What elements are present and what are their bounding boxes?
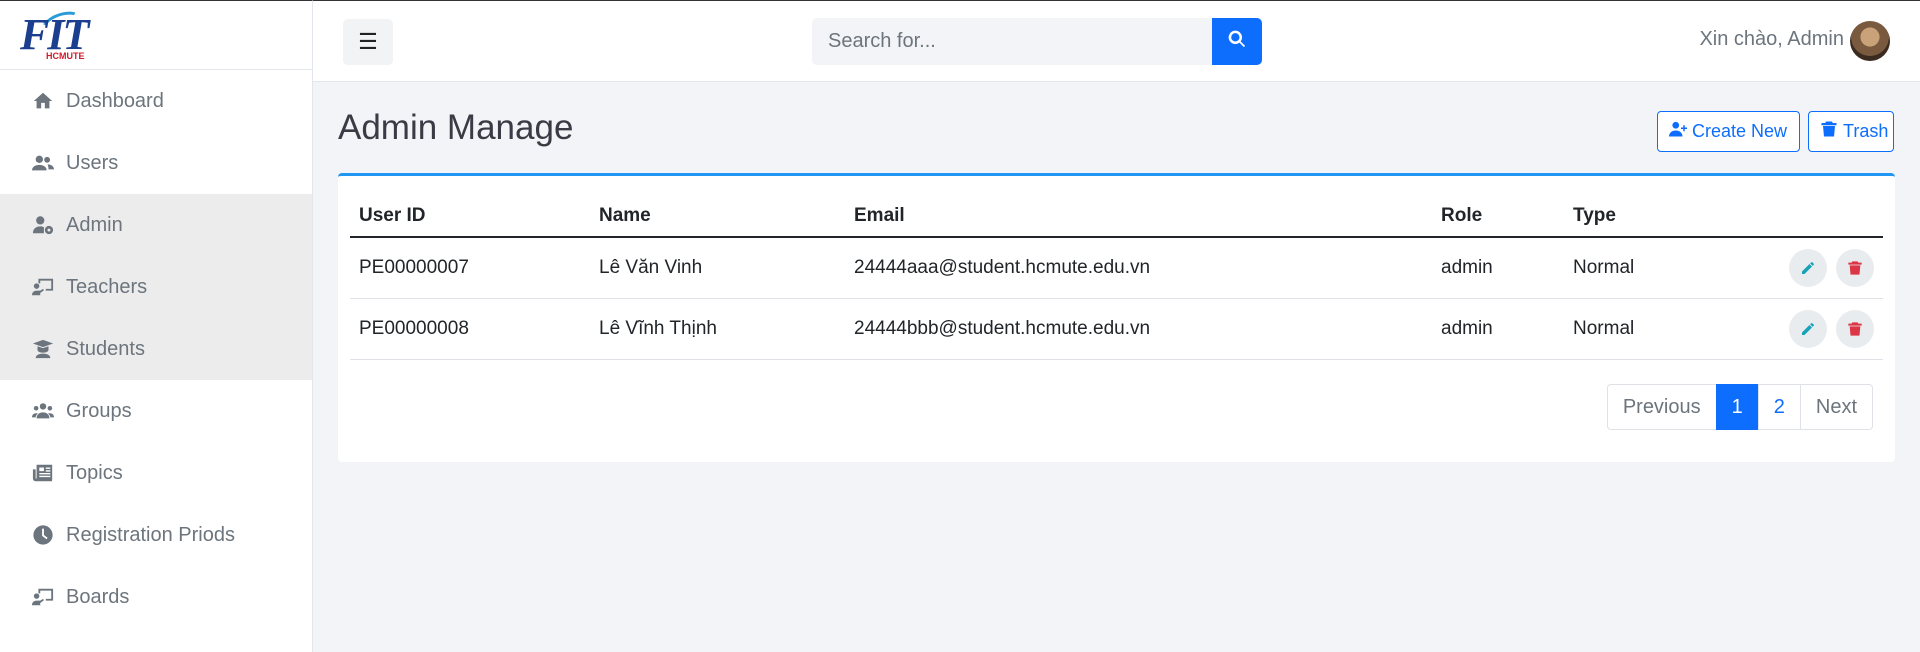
table-row: PE00000007 Lê Văn Vinh 24444aaa@student.… <box>350 237 1883 299</box>
create-new-button[interactable]: Create New <box>1657 111 1800 152</box>
trash-icon <box>1848 321 1862 336</box>
sidebar-item-users[interactable]: Users <box>0 132 312 194</box>
cell-email: 24444bbb@student.hcmute.edu.vn <box>845 298 1432 360</box>
pencil-icon <box>1801 261 1814 274</box>
pagination: Previous 1 2 Next <box>1606 384 1873 430</box>
sidebar-item-groups[interactable]: Groups <box>0 380 312 442</box>
sidebar-item-boards[interactable]: Boards <box>0 566 312 628</box>
avatar[interactable] <box>1850 21 1890 61</box>
trash-button[interactable]: Trash <box>1808 111 1894 152</box>
sidebar-item-label: Topics <box>66 461 123 484</box>
trash-label: Trash <box>1843 121 1889 141</box>
sidebar-item-dashboard[interactable]: Dashboard <box>0 70 312 132</box>
table-row: PE00000008 Lê Vĩnh Thịnh 24444bbb@studen… <box>350 298 1883 360</box>
trash-icon <box>1848 261 1862 275</box>
delete-button[interactable] <box>1836 248 1874 287</box>
edit-button[interactable] <box>1788 248 1827 287</box>
logo[interactable]: FIT HCMUTE <box>0 1 312 70</box>
cell-role: admin <box>1432 298 1564 360</box>
hamburger-icon: ☰ <box>358 29 378 54</box>
sidebar-item-label: Users <box>66 151 119 174</box>
admin-table-card: User ID Name Email Role Type PE00000007 … <box>338 173 1895 462</box>
delete-button[interactable] <box>1836 309 1874 348</box>
column-header-user-id[interactable]: User ID <box>350 196 590 238</box>
sidebar-item-topics[interactable]: Topics <box>0 442 312 504</box>
pagination-next[interactable]: Next <box>1799 384 1873 430</box>
sidebar-item-label: Admin <box>66 213 123 236</box>
trash-icon <box>1819 120 1839 143</box>
fit-logo: FIT HCMUTE <box>18 6 89 65</box>
cell-email: 24444aaa@student.hcmute.edu.vn <box>845 237 1432 299</box>
cell-user-id: PE00000008 <box>350 298 590 360</box>
create-new-label: Create New <box>1692 121 1788 141</box>
column-header-email[interactable]: Email <box>845 196 1432 238</box>
user-gear-icon <box>30 214 56 236</box>
column-header-role[interactable]: Role <box>1432 196 1564 238</box>
cell-role: admin <box>1432 237 1564 299</box>
chalkboard-teacher-icon <box>30 276 56 298</box>
cell-name: Lê Văn Vinh <box>590 237 845 299</box>
logo-subtext: HCMUTE <box>46 51 85 61</box>
sidebar-item-students[interactable]: Students <box>0 318 312 380</box>
sidebar-toggle-button[interactable]: ☰ <box>343 19 393 65</box>
clock-icon <box>30 524 56 546</box>
sidebar: FIT HCMUTE Dashboard Users Admin Teacher… <box>0 0 313 652</box>
sidebar-item-label: Groups <box>66 399 132 422</box>
sidebar-menu: Dashboard Users Admin Teachers Students … <box>0 70 312 628</box>
cell-type: Normal <box>1564 298 1764 360</box>
sidebar-item-registration-periods[interactable]: Registration Priods <box>0 504 312 566</box>
sidebar-item-admin[interactable]: Admin <box>0 194 312 256</box>
search-bar <box>812 18 1262 65</box>
cell-actions <box>1764 237 1883 299</box>
table-header-row: User ID Name Email Role Type <box>350 196 1883 238</box>
pencil-icon <box>1801 322 1814 335</box>
search-icon <box>1227 29 1247 54</box>
user-greeting[interactable]: Xin chào, Admin <box>1699 28 1844 51</box>
admin-table: User ID Name Email Role Type PE00000007 … <box>350 196 1883 360</box>
users-icon <box>30 152 56 174</box>
cell-name: Lê Vĩnh Thịnh <box>590 298 845 360</box>
pagination-previous[interactable]: Previous <box>1606 384 1717 430</box>
sidebar-item-label: Teachers <box>66 275 148 298</box>
column-header-type[interactable]: Type <box>1564 196 1764 238</box>
newspaper-icon <box>30 462 56 484</box>
search-button[interactable] <box>1212 18 1262 65</box>
sidebar-item-label: Boards <box>66 585 130 608</box>
cell-user-id: PE00000007 <box>350 237 590 299</box>
sidebar-item-label: Registration Priods <box>66 523 235 546</box>
pagination-page-1[interactable]: 1 <box>1715 384 1759 430</box>
sidebar-item-label: Students <box>66 337 145 360</box>
sidebar-item-label: Dashboard <box>66 89 164 112</box>
home-icon <box>30 90 56 112</box>
graduate-icon <box>30 338 56 360</box>
chalkboard-icon <box>30 586 56 608</box>
page-title: Admin Manage <box>338 108 574 147</box>
user-plus-icon <box>1668 120 1688 143</box>
topbar: ☰ Xin chào, Admin <box>313 0 1920 82</box>
sidebar-item-teachers[interactable]: Teachers <box>0 256 312 318</box>
group-icon <box>30 400 56 422</box>
pagination-page-2[interactable]: 2 <box>1757 384 1801 430</box>
edit-button[interactable] <box>1788 309 1827 348</box>
column-header-name[interactable]: Name <box>590 196 845 238</box>
column-header-actions <box>1764 196 1883 238</box>
cell-actions <box>1764 298 1883 360</box>
cell-type: Normal <box>1564 237 1764 299</box>
search-input[interactable] <box>812 18 1212 65</box>
